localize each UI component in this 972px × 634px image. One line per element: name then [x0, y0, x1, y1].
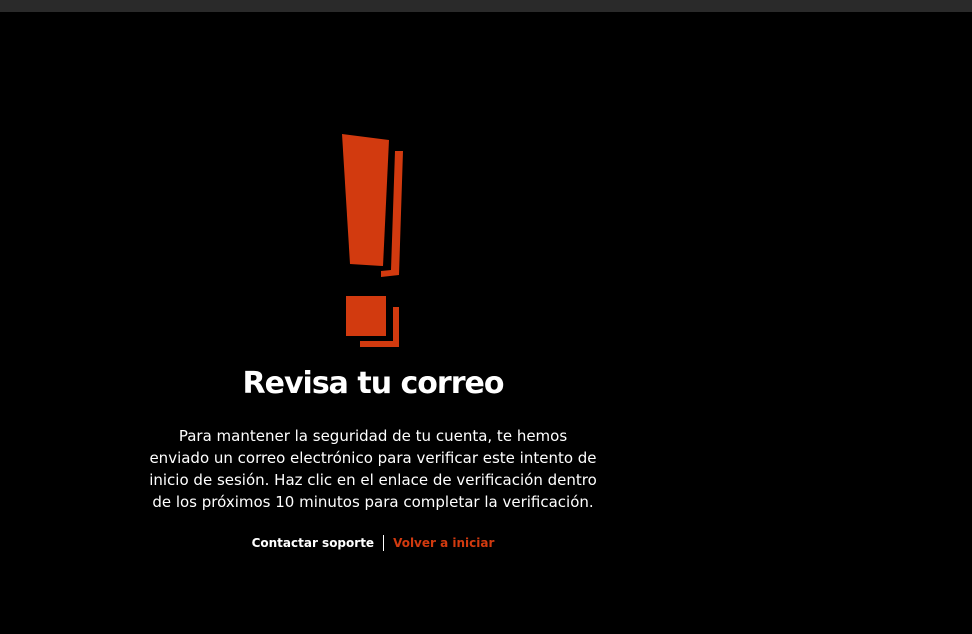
verification-message: Para mantener la seguridad de tu cuenta,…: [149, 427, 597, 511]
back-to-login-link[interactable]: Volver a iniciar: [393, 536, 494, 550]
verification-page: Revisa tu correo Para mantener la seguri…: [0, 12, 972, 634]
link-divider: [383, 535, 385, 551]
page-title: Revisa tu correo: [242, 366, 505, 401]
contact-support-link[interactable]: Contactar soporte: [252, 536, 374, 550]
action-links: Contactar soporte Volver a iniciar: [0, 535, 746, 551]
exclamation-mark-icon: [338, 120, 410, 352]
browser-top-bar: [0, 0, 972, 12]
